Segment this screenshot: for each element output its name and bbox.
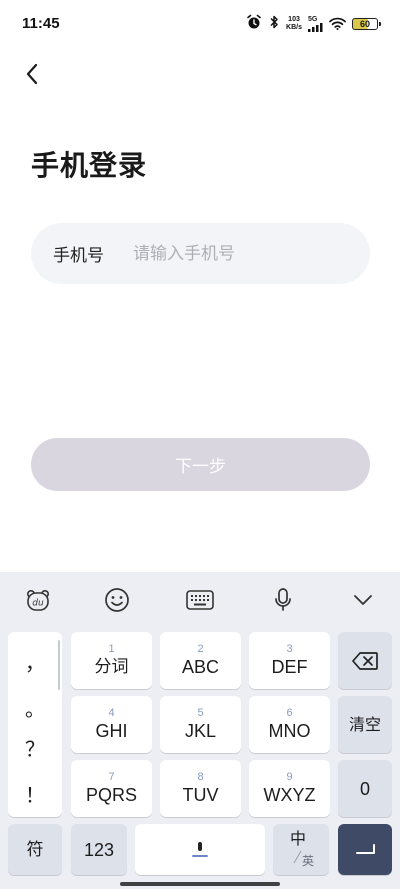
key-label: ABC [181,656,219,677]
phone-label: 手机号 [53,246,104,266]
key-number: 5 [197,706,204,719]
phone-input[interactable] [133,243,353,264]
page-title: 手机登录 [31,149,148,182]
next-step-button[interactable]: 下一步 [31,438,370,491]
key-label: TUV [182,784,219,805]
enter-icon [356,843,375,854]
key-number: 1 [108,642,115,655]
cellular-signal: 5G [308,16,323,32]
bluetooth-icon [268,14,280,34]
key-1-fenci[interactable]: 1 分词 [71,632,152,689]
back-button[interactable] [16,58,48,90]
key-3-def[interactable]: 3 DEF [249,632,330,689]
keyboard-toolbar: du [0,572,400,628]
keyboard-icon[interactable] [184,584,216,616]
symbol-key-label: 符 [26,839,44,860]
du-bear-icon[interactable]: du [22,584,54,616]
key-label: MNO [268,720,311,741]
number-mode-key[interactable]: 123 [71,824,127,875]
key-label: JKL [184,720,217,741]
space-key[interactable] [135,824,265,875]
punct-exclaim-key[interactable]: ！ [8,770,62,816]
key-number: 8 [197,770,204,783]
key-number: 6 [286,706,293,719]
microphone-icon[interactable] [267,584,299,616]
chevron-left-icon [26,63,38,85]
key-label: GHI [95,720,128,741]
key-label: WXYZ [263,784,316,805]
status-time: 11:45 [22,15,60,32]
chevron-down-icon[interactable] [347,584,379,616]
svg-text:du: du [32,599,44,609]
net-speed-unit: KB/s [286,24,302,31]
signal-bars-icon [308,23,323,32]
backspace-key[interactable] [338,632,392,689]
status-bar: 11:45 103 KB/s 5G 60 [0,0,400,48]
wifi-icon [329,15,346,34]
alarm-icon [246,14,262,34]
key-label: 0 [359,778,370,799]
key-label: PQRS [85,784,137,805]
number-mode-label: 123 [83,839,115,860]
clear-key[interactable]: 清空 [338,696,392,753]
key-number: 9 [286,770,293,783]
key-number: 2 [197,642,204,655]
enter-key[interactable] [338,824,392,875]
key-8-tuv[interactable]: 8 TUV [160,760,241,817]
key-number: 4 [108,706,115,719]
phone-input-row[interactable]: 手机号 [31,223,370,284]
key-0[interactable]: 0 [338,760,392,817]
punctuation-column: ， 。 ？ ！ [8,632,62,817]
network-speed: 103 KB/s [286,16,302,32]
key-number: 7 [108,770,115,783]
status-icons: 103 KB/s 5G 60 [246,14,381,34]
key-2-abc[interactable]: 2 ABC [160,632,241,689]
battery-indicator: 60 [352,18,381,30]
lang-main-label: 中 [290,829,307,848]
language-switch-key[interactable]: 中 英 [273,824,329,875]
key-number: 3 [286,642,293,655]
backspace-icon [352,651,378,670]
clear-key-label: 清空 [348,714,381,734]
home-indicator[interactable] [120,882,280,886]
space-mic-icon [192,841,208,857]
signal-type: 5G [308,16,318,23]
key-7-pqrs[interactable]: 7 PQRS [71,760,152,817]
punct-question-key[interactable]: ？ [8,724,62,770]
lang-divider [293,850,302,864]
lang-alt-label: 英 [302,854,315,868]
key-6-mno[interactable]: 6 MNO [249,696,330,753]
key-5-jkl[interactable]: 5 JKL [160,696,241,753]
net-speed-value: 103 [288,16,300,23]
key-label: DEF [271,656,308,677]
key-4-ghi[interactable]: 4 GHI [71,696,152,753]
punct-comma-key[interactable]: ， [8,638,62,684]
symbol-key[interactable]: 符 [8,824,62,875]
key-label: 分词 [94,656,129,677]
key-9-wxyz[interactable]: 9 WXYZ [249,760,330,817]
emoji-icon[interactable] [101,584,133,616]
